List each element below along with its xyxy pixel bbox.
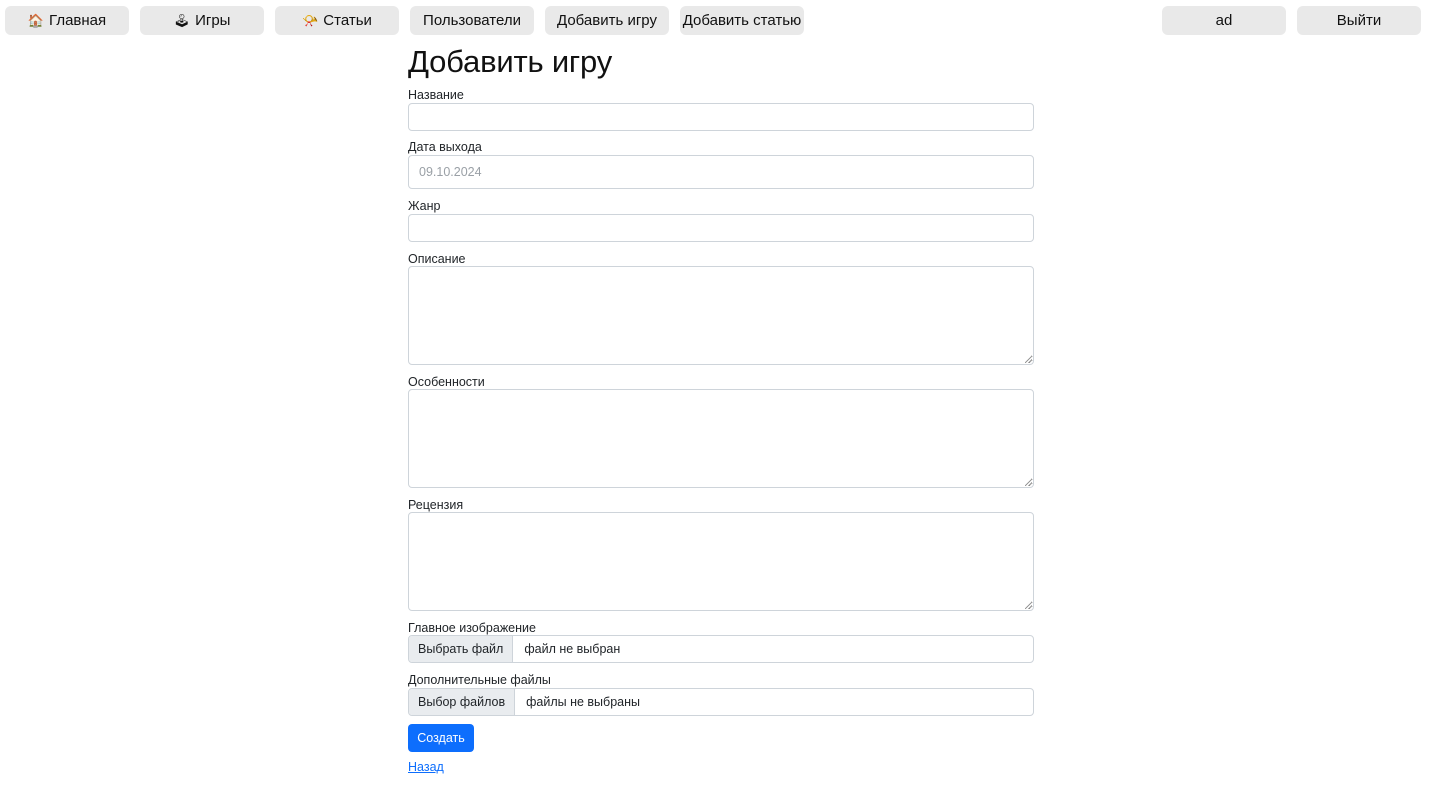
description-textarea[interactable]: [408, 266, 1034, 365]
nav-home-button[interactable]: 🏠 Главная: [5, 6, 129, 35]
main-image-status: файл не выбран: [524, 642, 621, 656]
main-image-file-input[interactable]: Выбрать файл файл не выбран: [408, 635, 1034, 663]
features-textarea[interactable]: [408, 389, 1034, 488]
main-image-label: Главное изображение: [408, 621, 536, 635]
nav-home-label: Главная: [49, 12, 107, 29]
name-input[interactable]: [408, 103, 1034, 131]
features-label: Особенности: [408, 375, 485, 389]
horn-icon: 📯: [302, 13, 319, 28]
nav-users-button[interactable]: Пользователи: [410, 6, 534, 35]
nav-add-game-button[interactable]: Добавить игру: [545, 6, 669, 35]
page-title: Добавить игру: [408, 44, 613, 79]
nav-games-label: Игры: [195, 12, 231, 29]
joystick-icon: 🕹: [173, 13, 191, 28]
review-wrap: [408, 512, 1034, 611]
description-label: Описание: [408, 252, 466, 266]
extra-files-file-input[interactable]: Выбор файлов файлы не выбраны: [408, 688, 1034, 716]
nav-articles-label: Статьи: [323, 12, 372, 29]
nav-games-button[interactable]: 🕹 Игры: [140, 6, 264, 35]
create-button[interactable]: Создать: [408, 724, 474, 752]
house-icon: 🏠: [27, 13, 45, 28]
extra-files-label: Дополнительные файлы: [408, 673, 551, 687]
nav-logout-button[interactable]: Выйти: [1297, 6, 1421, 35]
release-date-value: 09.10.2024: [419, 165, 482, 179]
features-wrap: [408, 389, 1034, 488]
genre-label: Жанр: [408, 199, 441, 213]
nav-user-button[interactable]: ad: [1162, 6, 1286, 35]
top-nav: 🏠 Главная 🕹 Игры 📯 Статьи Пользователи Д…: [0, 6, 1430, 36]
name-label: Название: [408, 88, 464, 102]
review-textarea[interactable]: [408, 512, 1034, 611]
release-date-input[interactable]: 09.10.2024: [408, 155, 1034, 189]
nav-add-article-button[interactable]: Добавить статью: [680, 6, 804, 35]
description-wrap: [408, 266, 1034, 365]
extra-files-status: файлы не выбраны: [526, 695, 640, 709]
review-label: Рецензия: [408, 498, 464, 512]
add-game-form: Добавить игру Название Дата выхода 09.10…: [408, 44, 1034, 774]
nav-articles-button[interactable]: 📯 Статьи: [275, 6, 399, 35]
choose-file-button[interactable]: Выбрать файл: [409, 636, 514, 662]
genre-input[interactable]: [408, 214, 1034, 242]
choose-files-button[interactable]: Выбор файлов: [409, 689, 516, 715]
release-date-label: Дата выхода: [408, 140, 482, 154]
back-link[interactable]: Назад: [408, 760, 444, 774]
